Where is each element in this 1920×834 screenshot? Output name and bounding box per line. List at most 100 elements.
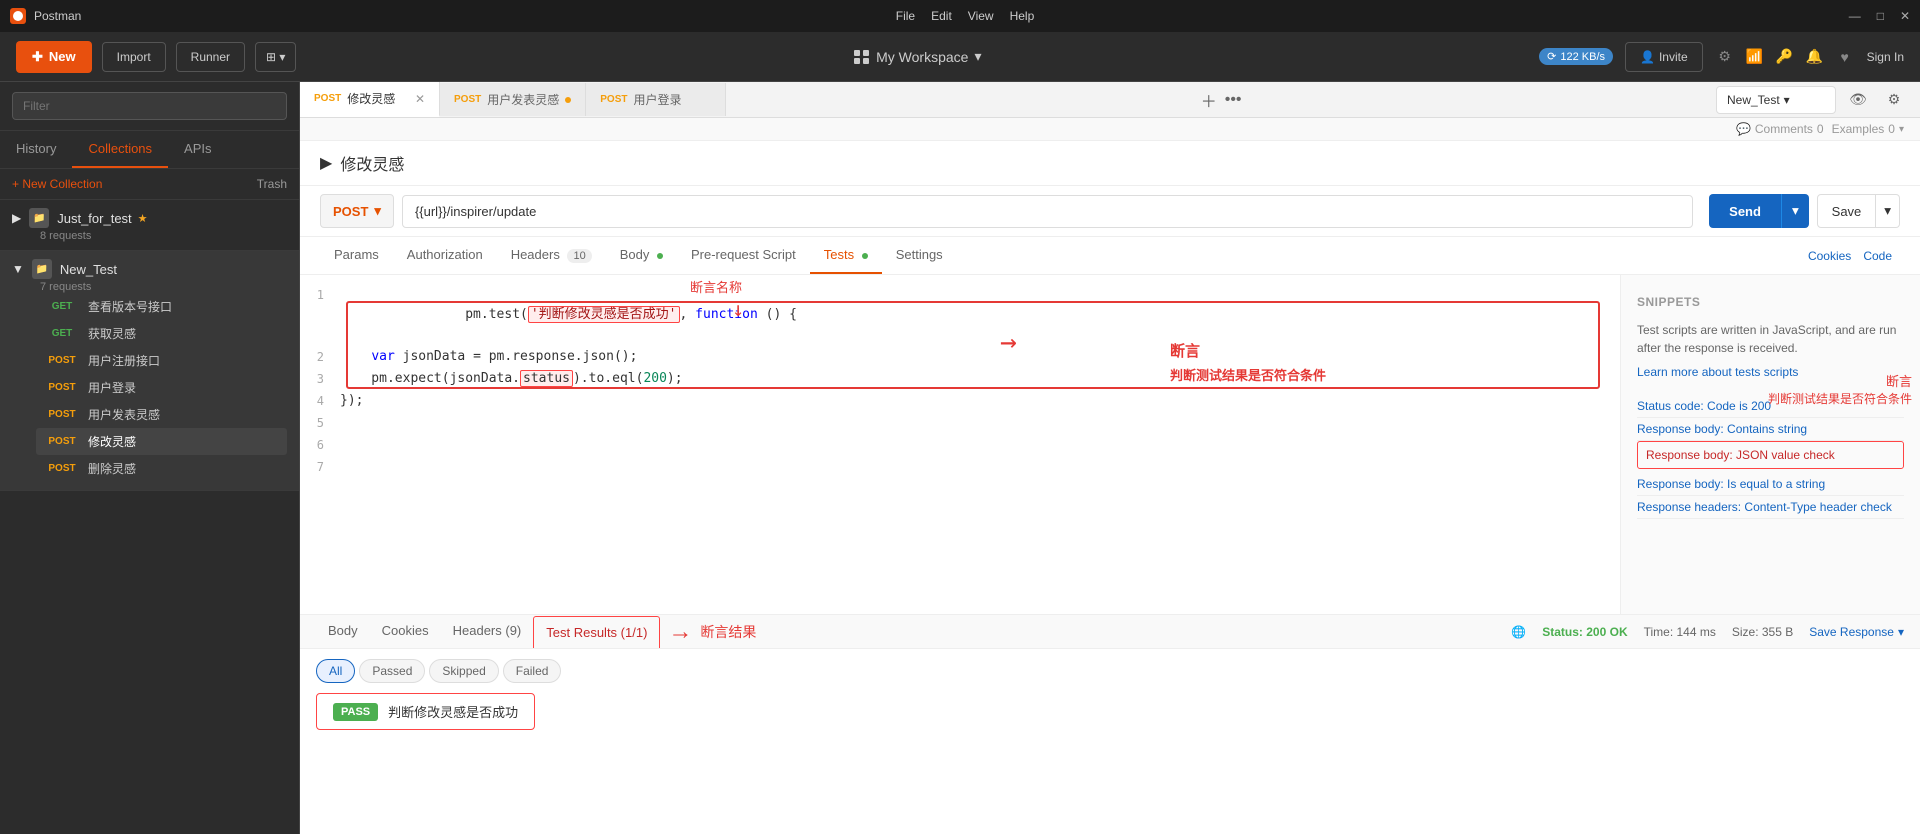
request-header: ▶ 修改灵感 bbox=[300, 141, 1920, 186]
filter-all[interactable]: All bbox=[316, 659, 355, 683]
save-response-chevron: ▾ bbox=[1898, 625, 1904, 639]
heart-icon[interactable]: ♥ bbox=[1835, 47, 1855, 67]
tab-headers[interactable]: Headers 10 bbox=[497, 237, 606, 274]
tests-area: 断言名称 ↓ → 1 pm.test('判断修改灵感是否成功', functi bbox=[300, 275, 1920, 614]
examples-chevron: ▾ bbox=[1899, 124, 1904, 135]
network-indicator: ⟳ 122 KB/s bbox=[1539, 48, 1613, 65]
snippet-json-check[interactable]: Response body: JSON value check bbox=[1637, 441, 1904, 469]
request-title-text: 修改灵感 bbox=[340, 151, 404, 175]
globe-icon[interactable]: 🌐 bbox=[1511, 625, 1526, 639]
content-area: POST 修改灵感 ✕ POST 用户发表灵感 POST 用户登录 ＋ ••• bbox=[300, 82, 1920, 834]
line-number-3: 3 bbox=[300, 367, 340, 389]
tab-pre-request[interactable]: Pre-request Script bbox=[677, 237, 810, 274]
resp-tab-test-results[interactable]: Test Results (1/1) bbox=[533, 616, 660, 648]
cookies-link[interactable]: Cookies bbox=[1808, 249, 1851, 263]
method-selector[interactable]: POST ▾ bbox=[320, 194, 394, 228]
menu-view[interactable]: View bbox=[968, 9, 994, 23]
plus-icon: ✚ bbox=[32, 49, 43, 65]
workspace-label: My Workspace bbox=[876, 49, 968, 65]
response-status-bar: 🌐 Status: 200 OK Time: 144 ms Size: 355 … bbox=[1511, 625, 1904, 639]
response-tabs-bar: Body Cookies Headers (9) Test Results (1… bbox=[300, 615, 1920, 649]
request-item-3[interactable]: POST 用户登录 bbox=[36, 374, 287, 401]
send-button[interactable]: Send bbox=[1709, 194, 1781, 228]
layout-button[interactable]: ⊞ ▾ bbox=[255, 42, 296, 72]
new-collection-button[interactable]: + New Collection bbox=[12, 177, 102, 191]
import-button[interactable]: Import bbox=[102, 42, 166, 72]
add-tab-button[interactable]: ＋ bbox=[1201, 88, 1217, 112]
request-item-4[interactable]: POST 用户发表灵感 bbox=[36, 401, 287, 428]
tab-fabiaoligan[interactable]: POST 用户发表灵感 bbox=[440, 83, 586, 116]
request-item-2[interactable]: POST 用户注册接口 bbox=[36, 347, 287, 374]
send-dropdown-button[interactable]: ▾ bbox=[1781, 194, 1809, 228]
resp-tab-cookies[interactable]: Cookies bbox=[370, 615, 441, 648]
request-item-1[interactable]: GET 获取灵感 bbox=[36, 320, 287, 347]
environment-selector[interactable]: New_Test ▾ bbox=[1716, 86, 1836, 114]
sidebar-tabs: History Collections APIs bbox=[0, 131, 299, 169]
test-result-name: 判断修改灵感是否成功 bbox=[388, 702, 518, 721]
tab-close-button[interactable]: ✕ bbox=[415, 92, 425, 106]
minimize-button[interactable]: — bbox=[1849, 9, 1861, 23]
request-item-5-active[interactable]: POST 修改灵感 bbox=[36, 428, 287, 455]
filter-failed[interactable]: Failed bbox=[503, 659, 562, 683]
tab-params[interactable]: Params bbox=[320, 237, 393, 274]
code-editor[interactable]: 断言名称 ↓ → 1 pm.test('判断修改灵感是否成功', functi bbox=[300, 275, 1620, 614]
runner-button[interactable]: Runner bbox=[176, 42, 245, 72]
snippet-content-type[interactable]: Response headers: Content-Type header ch… bbox=[1637, 496, 1904, 519]
save-dropdown-button[interactable]: ▾ bbox=[1876, 194, 1900, 228]
resp-tab-headers[interactable]: Headers (9) bbox=[441, 615, 534, 648]
sign-in-button[interactable]: Sign In bbox=[1867, 50, 1904, 64]
new-button[interactable]: ✚ New bbox=[16, 41, 92, 73]
trash-button[interactable]: Trash bbox=[257, 177, 287, 191]
tab-settings[interactable]: Settings bbox=[882, 237, 957, 274]
sidebar-tab-collections[interactable]: Collections bbox=[72, 131, 168, 168]
workspace-selector[interactable]: My Workspace ▾ bbox=[854, 48, 981, 65]
settings-icon[interactable]: ⚙ bbox=[1715, 47, 1735, 67]
line-content-7 bbox=[340, 455, 1620, 477]
collection-just-for-test[interactable]: ▶ 📁 Just_for_test ★ 8 requests bbox=[0, 200, 299, 251]
resp-tab-body[interactable]: Body bbox=[316, 615, 370, 648]
comments-button[interactable]: 💬 Comments 0 bbox=[1736, 122, 1824, 136]
env-chevron: ▾ bbox=[1784, 93, 1790, 107]
key-icon[interactable]: 🔑 bbox=[1775, 47, 1795, 67]
tab-yonghu-denglu[interactable]: POST 用户登录 bbox=[586, 83, 726, 116]
request-title: ▶ 修改灵感 bbox=[320, 151, 1900, 175]
request-item-0[interactable]: GET 查看版本号接口 bbox=[36, 293, 287, 320]
more-tabs-button[interactable]: ••• bbox=[1225, 91, 1242, 109]
examples-button[interactable]: Examples 0 ▾ bbox=[1832, 122, 1904, 136]
wifi-icon[interactable]: 📶 bbox=[1745, 47, 1765, 67]
sidebar-tab-apis[interactable]: APIs bbox=[168, 131, 227, 168]
tab-xiugailing[interactable]: POST 修改灵感 ✕ bbox=[300, 82, 440, 117]
bell-icon[interactable]: 🔔 bbox=[1805, 47, 1825, 67]
filter-skipped[interactable]: Skipped bbox=[429, 659, 498, 683]
invite-button[interactable]: 👤 Invite bbox=[1625, 42, 1703, 72]
tab-body[interactable]: Body bbox=[606, 237, 677, 274]
sidebar-tab-history[interactable]: History bbox=[0, 131, 72, 168]
eye-icon[interactable]: 👁 bbox=[1844, 86, 1872, 114]
maximize-button[interactable]: □ bbox=[1877, 9, 1884, 23]
snippet-contains-string[interactable]: Response body: Contains string bbox=[1637, 418, 1904, 441]
comments-count: 0 bbox=[1817, 122, 1824, 136]
title-bar-left: Postman bbox=[10, 8, 81, 24]
assertion-result-annotation: → 断言结果 bbox=[668, 618, 756, 646]
collection-new-test[interactable]: ▼ 📁 New_Test 7 requests GET 查看版本号接口 GET … bbox=[0, 251, 299, 491]
line-number-2: 2 bbox=[300, 345, 340, 367]
search-input[interactable] bbox=[12, 92, 287, 120]
snippet-equal-string[interactable]: Response body: Is equal to a string bbox=[1637, 473, 1904, 496]
gear-icon[interactable]: ⚙ bbox=[1880, 86, 1908, 114]
request-item-6[interactable]: POST 删除灵感 bbox=[36, 455, 287, 482]
menu-file[interactable]: File bbox=[896, 9, 915, 23]
tab-authorization[interactable]: Authorization bbox=[393, 237, 497, 274]
filter-passed[interactable]: Passed bbox=[359, 659, 425, 683]
url-input[interactable] bbox=[402, 195, 1693, 228]
menu-edit[interactable]: Edit bbox=[931, 9, 952, 23]
collection-icon: 📁 bbox=[29, 208, 49, 228]
code-link[interactable]: Code bbox=[1863, 249, 1892, 263]
save-response-button[interactable]: Save Response ▾ bbox=[1809, 625, 1904, 639]
method-badge-post-4: POST bbox=[44, 409, 80, 420]
save-button[interactable]: Save bbox=[1817, 194, 1877, 228]
menu-help[interactable]: Help bbox=[1010, 9, 1035, 23]
close-button[interactable]: ✕ bbox=[1900, 9, 1910, 23]
toolbar-icons: ⚙ 📶 🔑 🔔 ♥ bbox=[1715, 47, 1855, 67]
tab-tests[interactable]: Tests bbox=[810, 237, 882, 274]
collection-header-newtest: ▼ 📁 New_Test bbox=[12, 259, 287, 279]
